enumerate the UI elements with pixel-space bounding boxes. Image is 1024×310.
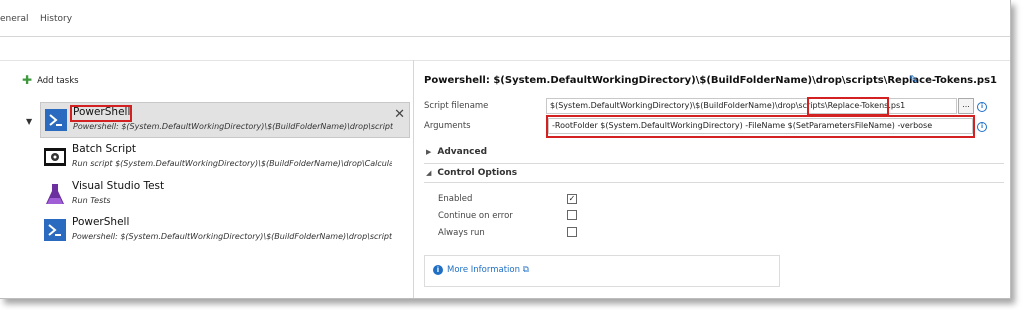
- task-subtitle: Powershell: $(System.DefaultWorkingDirec…: [73, 122, 393, 131]
- task-name: Visual Studio Test: [72, 180, 165, 192]
- divider: [424, 182, 1004, 183]
- powershell-icon: [44, 219, 66, 241]
- always-run-checkbox[interactable]: [567, 227, 577, 237]
- continue-on-error-checkbox[interactable]: [567, 210, 577, 220]
- browse-button[interactable]: ...: [958, 98, 974, 114]
- plus-icon: ✚: [22, 73, 33, 87]
- script-filename-field[interactable]: $(System.DefaultWorkingDirectory)\$(Buil…: [546, 98, 957, 114]
- enabled-checkbox[interactable]: ✓: [567, 194, 577, 204]
- chevron-down-icon: ◢: [426, 169, 432, 177]
- release-editor: eneral History ✚ Add tasks ▼ PowerShell P…: [0, 0, 1011, 299]
- task-name: Batch Script: [72, 143, 136, 155]
- task-item-visual-studio-test[interactable]: Visual Studio Test Run Tests: [40, 177, 408, 211]
- task-item-powershell-deploy[interactable]: PowerShell Powershell: $(System.DefaultW…: [40, 213, 408, 247]
- chevron-right-icon: ▶: [426, 148, 432, 156]
- control-options-section-header[interactable]: ◢ Control Options: [426, 168, 517, 178]
- always-run-label: Always run: [438, 228, 485, 238]
- task-name: PowerShell: [72, 216, 130, 228]
- close-icon[interactable]: ✕: [394, 107, 405, 122]
- more-information-box: i More Information ⧉: [424, 255, 780, 287]
- toolbar-strip: [0, 36, 1010, 61]
- highlight-box: [807, 97, 889, 116]
- tab-history[interactable]: History: [40, 14, 72, 24]
- script-filename-label: Script filename: [424, 101, 489, 111]
- batch-script-icon: [44, 148, 66, 166]
- add-tasks-label: Add tasks: [37, 76, 79, 86]
- control-options-label: Control Options: [437, 168, 518, 178]
- script-path-text: $(System.DefaultWorkingDirectory)\$(Buil…: [550, 101, 828, 110]
- task-item-batch-script[interactable]: Batch Script Run script $(System.Default…: [40, 140, 408, 174]
- task-subtitle: Run script $(System.DefaultWorkingDirect…: [72, 159, 392, 168]
- tab-bar: eneral History: [0, 0, 1010, 37]
- task-details-panel: Powershell: $(System.DefaultWorkingDirec…: [414, 60, 1010, 298]
- enabled-label: Enabled: [438, 194, 473, 204]
- task-subtitle: Powershell: $(System.DefaultWorkingDirec…: [72, 232, 392, 241]
- pencil-icon[interactable]: ✎: [909, 73, 918, 86]
- arguments-label: Arguments: [424, 121, 471, 131]
- task-subtitle: Run Tests: [72, 196, 111, 205]
- task-list-panel: ✚ Add tasks ▼ PowerShell Powershell: $(Sy…: [0, 60, 414, 298]
- info-icon[interactable]: i: [977, 102, 987, 112]
- powershell-icon: [45, 109, 67, 131]
- tab-general[interactable]: eneral: [0, 14, 29, 24]
- advanced-label: Advanced: [437, 147, 488, 157]
- info-icon[interactable]: i: [977, 122, 987, 132]
- highlight-box: [70, 105, 132, 122]
- add-tasks-button[interactable]: ✚ Add tasks: [22, 72, 79, 87]
- continue-on-error-label: Continue on error: [438, 211, 513, 221]
- more-information-label: More Information: [447, 265, 520, 275]
- more-information-link[interactable]: More Information ⧉: [447, 265, 529, 275]
- flask-icon: [46, 184, 64, 204]
- external-link-icon: ⧉: [522, 265, 529, 275]
- advanced-section-header[interactable]: ▶ Advanced: [426, 147, 487, 157]
- info-icon: i: [433, 265, 443, 275]
- highlight-box: [546, 115, 975, 138]
- divider: [424, 163, 1004, 164]
- caret-down-icon[interactable]: ▼: [26, 117, 32, 126]
